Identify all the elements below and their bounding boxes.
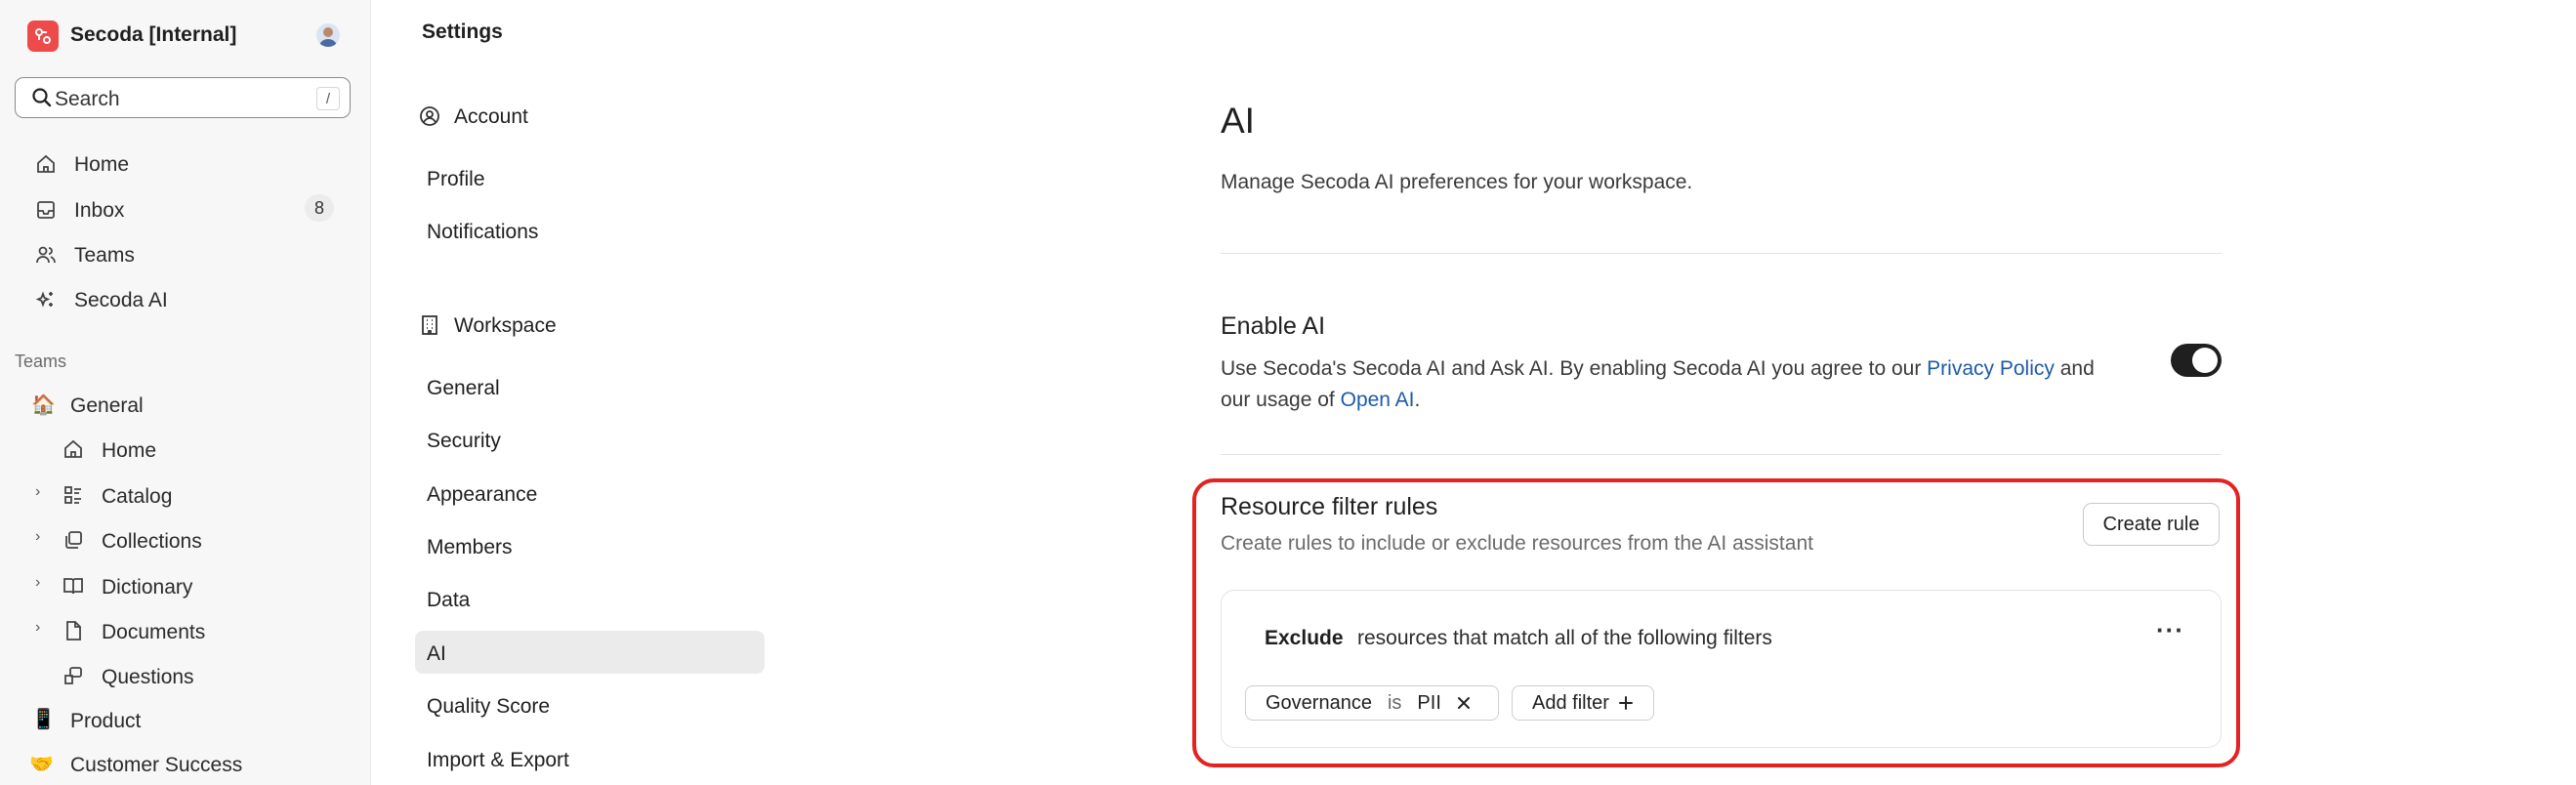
filter-value[interactable]: PII [1417,692,1440,715]
resource-rules-title: Resource filter rules [1221,493,1438,520]
enable-ai-description: Use Secoda's Secoda AI and Ask AI. By en… [1221,357,2095,411]
nav-item-inbox[interactable]: Inbox [74,199,124,223]
search-shortcut: / [316,87,340,110]
users-icon [34,243,58,267]
settings-item-quality-score[interactable]: Quality Score [427,695,550,719]
settings-item-notifications[interactable]: Notifications [427,221,538,244]
home-icon [34,152,58,176]
settings-title: Settings [422,21,503,43]
workspace-logo-icon[interactable] [27,21,59,52]
page-description: Manage Secoda AI preferences for your wo… [1221,171,1693,193]
chevron-right-icon[interactable]: › [35,619,40,637]
close-icon[interactable] [1455,694,1473,712]
settings-group-account: Account [454,105,528,128]
settings-item-appearance[interactable]: Appearance [427,483,537,507]
team-item-collections[interactable]: Collections [102,530,202,554]
collections-icon [62,528,85,552]
team-item-home[interactable]: Home [102,439,156,463]
add-filter-label: Add filter [1532,691,1609,714]
filter-field[interactable]: Governance [1266,692,1372,715]
building-icon [418,313,441,337]
settings-item-ai[interactable]: AI [427,642,446,666]
plus-icon [1617,694,1635,712]
settings-item-security[interactable]: Security [427,430,501,453]
inbox-count-badge: 8 [305,194,334,222]
team-item-catalog[interactable]: Catalog [102,485,172,509]
toggle-knob [2192,348,2218,373]
add-filter-button[interactable]: Add filter [1512,685,1654,721]
teams-section-label: Teams [15,351,67,371]
questions-icon [62,664,85,687]
settings-item-members[interactable]: Members [427,536,513,559]
team-item-documents[interactable]: Documents [102,621,205,644]
resource-rules-description: Create rules to include or exclude resou… [1221,532,1813,555]
privacy-policy-link[interactable]: Privacy Policy [1927,357,2055,380]
team-customer-success[interactable]: Customer Success [70,754,242,777]
workspace-name[interactable]: Secoda [Internal] [70,23,236,47]
team-item-dictionary[interactable]: Dictionary [102,576,192,599]
nav-item-secoda-ai[interactable]: Secoda AI [74,289,168,312]
rule-card [1221,590,2222,748]
document-icon [62,619,85,642]
nav-item-teams[interactable]: Teams [74,244,135,268]
settings-item-data[interactable]: Data [427,589,470,612]
handshake-emoji-icon: 🤝 [29,754,54,775]
divider [1221,454,2222,455]
book-icon [62,574,85,598]
user-circle-icon [418,104,441,128]
house-emoji-icon: 🏠 [31,394,56,416]
filter-operator[interactable]: is [1388,692,1401,715]
search-label: Search [55,88,120,110]
team-item-questions[interactable]: Questions [102,666,194,689]
sparkles-icon [34,288,58,311]
chevron-right-icon[interactable]: › [35,574,40,592]
divider [1221,253,2222,254]
enable-ai-title: Enable AI [1221,312,1326,340]
sidebar: Secoda [Internal] Search / Home Inbox 8 … [0,0,371,785]
phone-emoji-icon: 📱 [31,709,56,730]
nav-item-home[interactable]: Home [74,153,129,177]
home-icon [62,437,85,461]
chevron-right-icon[interactable]: › [35,483,40,501]
settings-item-profile[interactable]: Profile [427,168,485,191]
settings-active-highlight [415,631,765,674]
page-title: AI [1221,101,1255,141]
filter-chip[interactable]: Governance is PII [1245,685,1499,721]
settings-group-workspace: Workspace [454,314,557,337]
team-product[interactable]: Product [70,710,141,733]
settings-item-general[interactable]: General [427,377,500,400]
search-icon [30,86,54,109]
team-general[interactable]: General [70,394,144,418]
rule-text: resources that match all of the followin… [1357,627,1772,649]
open-ai-link[interactable]: Open AI [1341,389,1415,411]
settings-item-import-export[interactable]: Import & Export [427,749,569,772]
more-options-icon[interactable]: ··· [2156,615,2184,645]
chevron-right-icon[interactable]: › [35,528,40,546]
avatar[interactable] [316,23,340,47]
catalog-icon [62,483,85,507]
create-rule-button[interactable]: Create rule [2083,503,2220,546]
rule-mode[interactable]: Exclude [1265,627,1344,650]
inbox-icon [34,198,58,222]
